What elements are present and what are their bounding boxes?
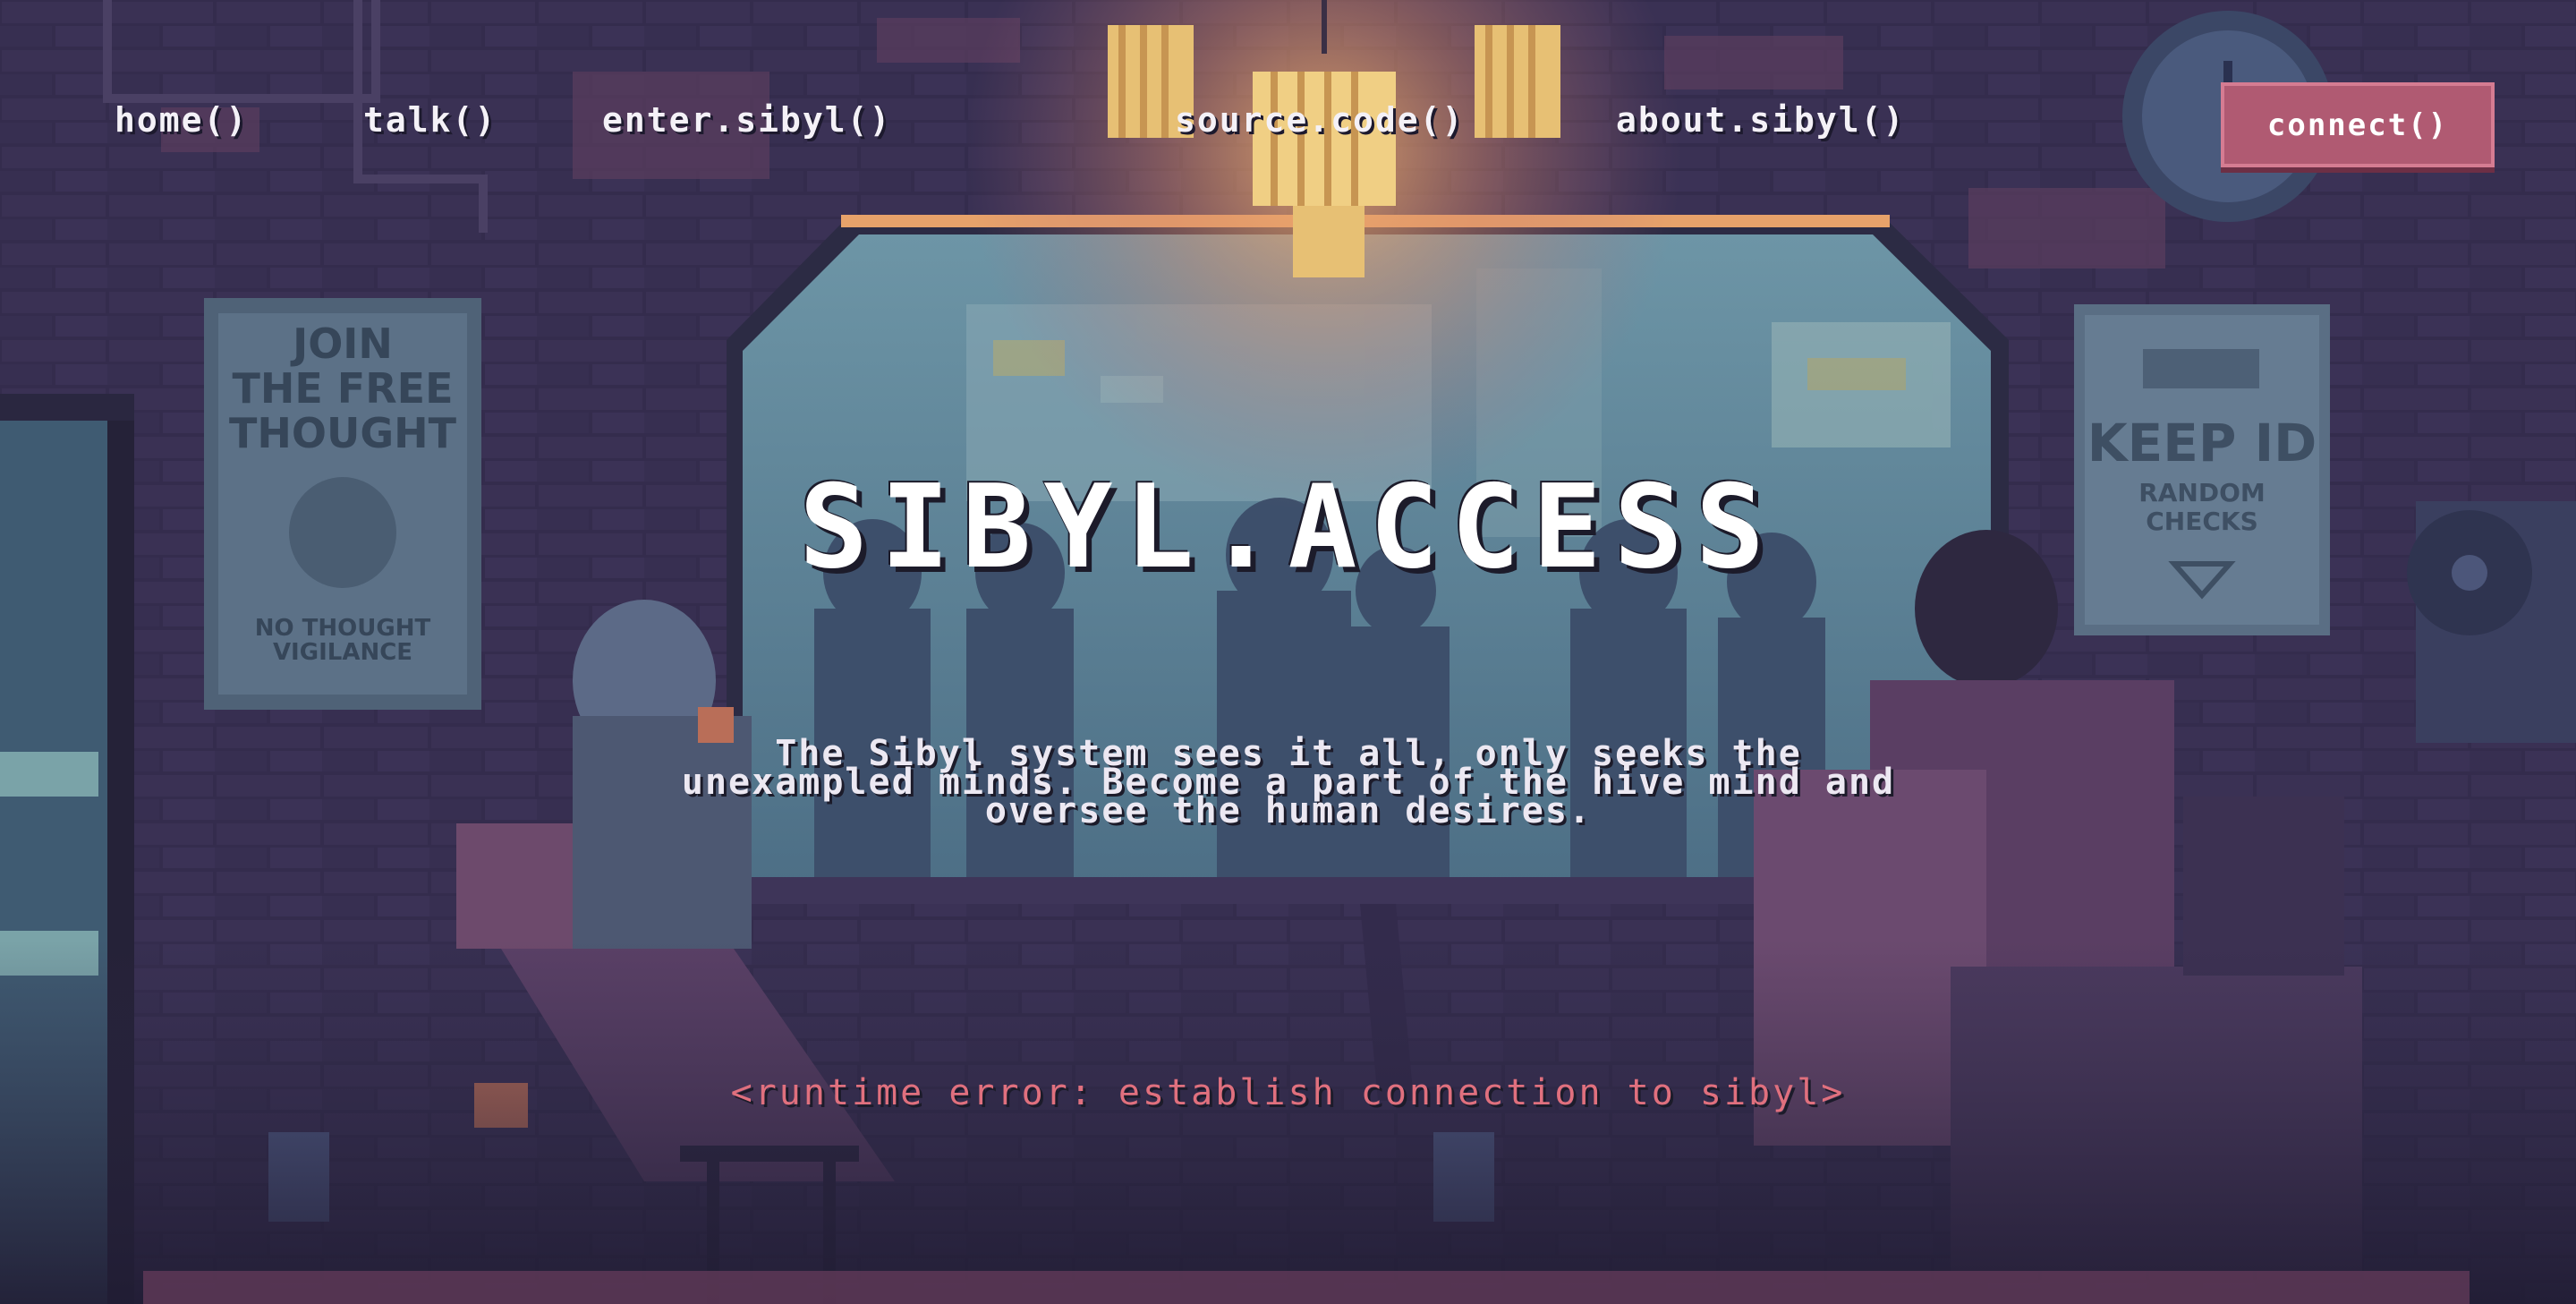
nav-enter-sibyl[interactable]: enter.sibyl()	[602, 100, 891, 140]
poster-left-line-4: NO THOUGHT	[255, 615, 431, 642]
nav-home[interactable]: home()	[115, 100, 248, 140]
connect-button[interactable]: connect()	[2221, 82, 2495, 167]
poster-left-line-1: JOIN	[290, 320, 393, 368]
poster-left-line-2: THE FREE	[232, 364, 453, 413]
page-title: SIBYL.ACCESS	[799, 461, 1777, 594]
poster-left-line-3: THOUGHT	[229, 409, 457, 457]
floor-shade	[0, 940, 2576, 1304]
top-nav: home() talk() enter.sibyl() source.code(…	[0, 100, 2576, 150]
poster-left-line-5: VIGILANCE	[273, 639, 412, 666]
floor-strip	[143, 1271, 2470, 1304]
hero-tagline: The Sibyl system sees it all, only seeks…	[501, 736, 2076, 829]
nav-source-code[interactable]: source.code()	[1175, 100, 1464, 140]
nav-about-sibyl[interactable]: about.sibyl()	[1616, 100, 1905, 140]
runtime-error-message: <runtime error: establish connection to …	[730, 1072, 1846, 1113]
nav-talk[interactable]: talk()	[363, 100, 497, 140]
